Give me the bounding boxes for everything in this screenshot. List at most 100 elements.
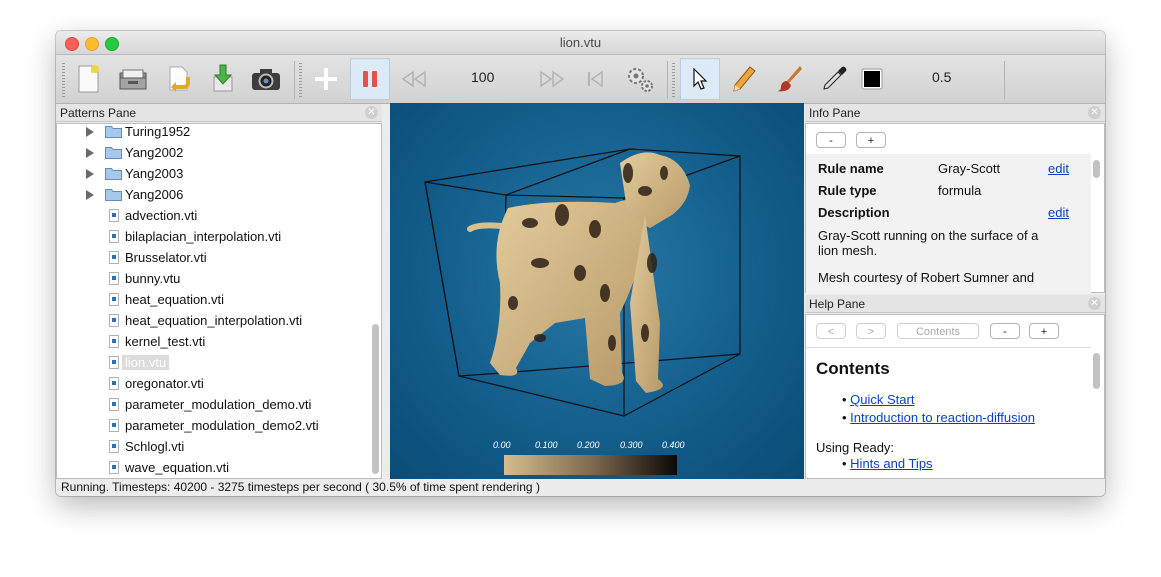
help-scrollbar[interactable] [1093,353,1100,389]
generate-pattern-button[interactable] [620,58,660,100]
tree-file-item[interactable]: oregonator.vti [57,373,367,394]
expand-arrow-icon[interactable] [86,189,94,200]
tree-file-item[interactable]: kernel_test.vti [57,331,367,352]
tree-file-item-selected[interactable]: lion.vtu [57,352,367,373]
help-zoom-out-button[interactable]: - [990,323,1020,339]
tree-file-item[interactable]: heat_equation.vti [57,289,367,310]
tree-file-item[interactable]: parameter_modulation_demo.vti [57,394,367,415]
render-viewport[interactable]: 0.00 0.100 0.200 0.300 0.400 [390,103,804,479]
reload-pattern-button[interactable] [158,58,198,100]
tree-item-label: Brusselator.vti [125,250,207,265]
toolbar-grip[interactable] [672,63,675,97]
rule-type-row: Rule type formula [818,183,1078,203]
screenshot-button[interactable] [246,58,286,100]
app-window: lion.vtu 100 0.5 Patterns Pane ✕ Turing1… [56,31,1105,496]
toolbar-grip[interactable] [62,63,65,97]
close-icon[interactable]: ✕ [1088,297,1101,310]
tree-file-item[interactable]: parameter_modulation_demo2.vti [57,415,367,436]
tree-item-label: bilaplacian_interpolation.vti [125,229,282,244]
file-icon [109,440,119,453]
tree-file-item[interactable]: bilaplacian_interpolation.vti [57,226,367,247]
fast-forward-icon [540,70,565,88]
pause-button[interactable] [350,58,390,100]
open-pattern-button[interactable] [113,58,153,100]
new-pattern-button[interactable] [68,58,108,100]
rule-type-key: Rule type [818,183,877,198]
help-zoom-in-button[interactable]: + [1029,323,1059,339]
slow-down-button[interactable] [394,58,434,100]
edit-rule-name-link[interactable]: edit [1048,161,1069,176]
eyedropper-icon [823,66,847,90]
close-icon[interactable]: ✕ [365,106,378,119]
info-scrollbar[interactable] [1093,160,1100,178]
import-mesh-button[interactable] [203,58,243,100]
file-icon [109,335,119,348]
brush-size-value: 0.5 [932,69,952,85]
help-list-item: • Introduction to reaction-diffusion [842,410,1035,425]
help-back-button[interactable]: < [816,323,846,339]
add-parameter-button[interactable] [306,58,346,100]
help-list-item: • Quick Start [842,392,915,407]
window-zoom-button[interactable] [105,37,119,51]
speed-up-button[interactable] [532,58,572,100]
eyedropper-tool-button[interactable] [814,58,854,100]
tree-folder-turing1952[interactable]: Turing1952 [57,121,367,142]
info-zoom-out-button[interactable]: - [816,132,846,148]
skip-to-start-icon [588,70,603,88]
tree-folder-yang2003[interactable]: Yang2003 [57,163,367,184]
close-icon[interactable]: ✕ [1088,106,1101,119]
pencil-tool-button[interactable] [724,58,764,100]
folder-icon [105,147,122,159]
toolbar-separator [667,61,668,99]
window-close-button[interactable] [65,37,79,51]
file-icon [109,461,119,474]
info-pane-header: Info Pane ✕ [805,104,1105,122]
brush-icon [777,66,802,92]
color-swatch-button[interactable] [852,58,892,100]
tree-folder-yang2006[interactable]: Yang2006 [57,184,367,205]
help-contents-button[interactable]: Contents [897,323,979,339]
folder-icon [105,126,122,138]
file-icon [109,272,119,285]
import-icon [213,64,233,92]
folder-icon [105,168,122,180]
tree-file-item[interactable]: heat_equation_interpolation.vti [57,310,367,331]
description-line: Gray-Scott running on the surface of a [818,228,1039,243]
description-line: Mesh courtesy of Robert Sumner and [818,270,1035,285]
open-folder-icon [119,69,147,90]
patterns-scrollbar[interactable] [372,324,379,474]
tree-item-label: advection.vti [125,208,198,223]
rule-name-key: Rule name [818,161,884,176]
expand-arrow-icon[interactable] [86,147,94,158]
info-zoom-in-button[interactable]: + [856,132,886,148]
help-pane: < > Contents - + Contents • Quick Start … [805,314,1105,479]
file-icon [109,209,119,222]
tree-item-label: Yang2006 [125,187,184,202]
toolbar: 100 0.5 [56,55,1105,104]
toolbar-grip[interactable] [299,63,302,97]
tree-file-item[interactable]: Schlogl.vti [57,436,367,457]
quick-start-link[interactable]: Quick Start [850,392,914,407]
patterns-pane-title: Patterns Pane [60,106,137,120]
tree-file-item[interactable]: Brusselator.vti [57,247,367,268]
tree-file-item[interactable]: wave_equation.vti [57,457,367,478]
help-forward-button[interactable]: > [856,323,886,339]
tree-file-item[interactable]: advection.vti [57,205,367,226]
file-icon [109,377,119,390]
window-title: lion.vtu [559,35,602,50]
expand-arrow-icon[interactable] [86,168,94,179]
brush-tool-button[interactable] [769,58,809,100]
tree-folder-yang2002[interactable]: Yang2002 [57,142,367,163]
expand-arrow-icon[interactable] [86,126,94,137]
tree-file-item[interactable]: bunny.vtu [57,268,367,289]
intro-reaction-diffusion-link[interactable]: Introduction to reaction-diffusion [850,410,1035,425]
tree-item-label: oregonator.vti [125,376,204,391]
window-minimize-button[interactable] [85,37,99,51]
hints-and-tips-link[interactable]: Hints and Tips [850,456,932,471]
description-text: Gray-Scott running on the surface of a l… [818,228,1038,285]
edit-description-link[interactable]: edit [1048,205,1069,220]
reset-button[interactable] [575,58,615,100]
using-ready-label: Using Ready: [816,440,895,455]
pointer-tool-button[interactable] [680,58,720,100]
colorbar-label: 0.200 [577,440,600,450]
